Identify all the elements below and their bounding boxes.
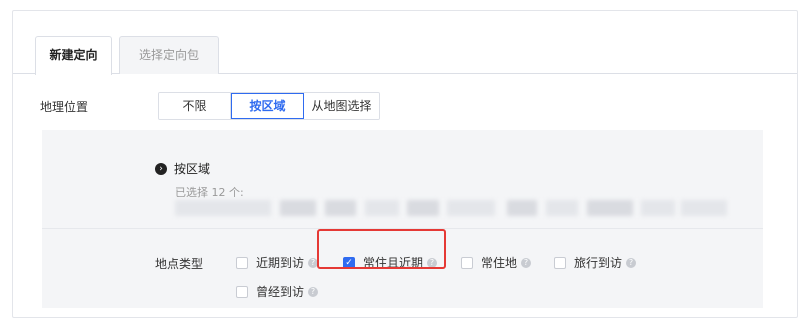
redacted-region — [325, 200, 356, 216]
geo-option-unlimited[interactable]: 不限 — [159, 93, 231, 119]
tab-bar: 新建定向 选择定向包 — [13, 36, 797, 75]
targeting-card: 新建定向 选择定向包 地理位置 不限 按区域 从地图选择 › 按区域 已选择 1… — [12, 10, 798, 318]
geo-option-from-map[interactable]: 从地图选择 — [304, 93, 379, 119]
option-label: 旅行到访 — [574, 256, 623, 270]
redacted-region — [641, 200, 675, 216]
tab-new-targeting[interactable]: 新建定向 — [35, 36, 112, 75]
tab-select-package[interactable]: 选择定向包 — [119, 36, 219, 74]
selected-count: 已选择 12 个: — [175, 186, 244, 199]
selected-regions-redacted — [175, 200, 727, 216]
question-mark-circle-icon[interactable]: ? — [521, 257, 532, 268]
question-mark-circle-icon[interactable]: ? — [308, 286, 319, 297]
redacted-region — [280, 200, 316, 216]
redacted-region — [407, 200, 439, 216]
geo-label: 地理位置 — [40, 100, 89, 114]
area-section-title: › 按区域 — [155, 160, 210, 177]
option-past-visit[interactable]: 曾经到访 ? — [236, 283, 319, 300]
checkbox[interactable] — [236, 256, 248, 269]
option-travel-visit[interactable]: 旅行到访 ? — [554, 254, 637, 271]
checkbox[interactable] — [236, 285, 248, 298]
option-resident[interactable]: 常住地 ? — [461, 254, 532, 271]
checkbox[interactable] — [554, 256, 566, 269]
option-recent-visit[interactable]: 近期到访 ? — [236, 254, 319, 271]
question-mark-circle-icon[interactable]: ? — [626, 257, 637, 268]
checkbox[interactable] — [461, 256, 473, 269]
redacted-region — [546, 200, 578, 216]
option-label: 近期到访 — [256, 256, 305, 270]
highlight-annotation-box — [317, 229, 446, 269]
redacted-region — [587, 200, 633, 216]
option-label: 常住地 — [481, 256, 518, 270]
region-panel: › 按区域 已选择 12 个: 地点类型 近期到访 ? ✓ 常住且近期 ? 常住… — [42, 130, 763, 308]
geo-option-by-region[interactable]: 按区域 — [231, 93, 304, 119]
location-type-label: 地点类型 — [155, 257, 204, 271]
redacted-region — [175, 200, 271, 216]
chevron-right-circle-icon: › — [155, 162, 167, 175]
redacted-region — [681, 200, 727, 216]
option-label: 曾经到访 — [256, 285, 305, 299]
redacted-region — [447, 200, 495, 216]
redacted-region — [507, 200, 537, 216]
redacted-region — [365, 200, 399, 216]
geo-segmented-control: 不限 按区域 从地图选择 — [158, 92, 380, 120]
area-title-text: 按区域 — [174, 162, 211, 176]
